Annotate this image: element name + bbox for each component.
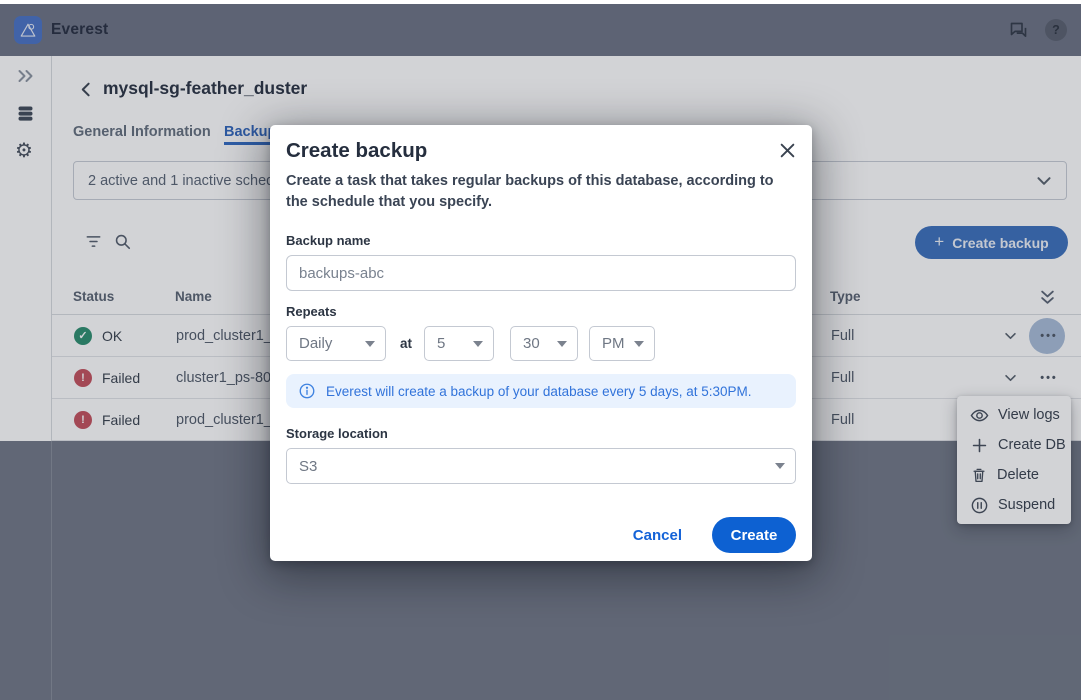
- caret-down-icon: [473, 341, 483, 347]
- minute-value: 30: [523, 335, 540, 352]
- storage-location-select[interactable]: S3: [286, 448, 796, 484]
- storage-location-label: Storage location: [286, 426, 796, 441]
- recurrence-value: Daily: [299, 335, 332, 352]
- ampm-value: PM: [602, 335, 625, 352]
- ampm-select[interactable]: PM: [589, 326, 655, 361]
- window-top-strip: [0, 0, 1081, 4]
- backup-name-label: Backup name: [286, 233, 796, 248]
- cancel-button[interactable]: Cancel: [633, 527, 682, 544]
- dialog-title: Create backup: [286, 139, 427, 163]
- close-icon[interactable]: [779, 142, 796, 159]
- schedule-info-alert: Everest will create a backup of your dat…: [286, 374, 796, 408]
- recurrence-select[interactable]: Daily: [286, 326, 386, 361]
- minute-select[interactable]: 30: [510, 326, 578, 361]
- at-label: at: [400, 336, 412, 351]
- create-backup-dialog: Create backup Create a task that takes r…: [270, 125, 812, 561]
- info-icon: [298, 382, 316, 400]
- caret-down-icon: [634, 341, 644, 347]
- everest-app-window: Everest ? ⚙: [0, 0, 1081, 700]
- caret-down-icon: [365, 341, 375, 347]
- storage-location-value: S3: [299, 458, 317, 475]
- repeats-label: Repeats: [286, 304, 796, 319]
- hour-select[interactable]: 5: [424, 326, 494, 361]
- hour-value: 5: [437, 335, 445, 352]
- repeats-row: Daily at 5 30 PM: [286, 326, 796, 361]
- dialog-description: Create a task that takes regular backups…: [286, 171, 791, 213]
- alert-text: Everest will create a backup of your dat…: [326, 384, 751, 399]
- backup-name-input[interactable]: [286, 255, 796, 291]
- create-button[interactable]: Create: [712, 517, 796, 553]
- caret-down-icon: [557, 341, 567, 347]
- caret-down-icon: [775, 463, 785, 469]
